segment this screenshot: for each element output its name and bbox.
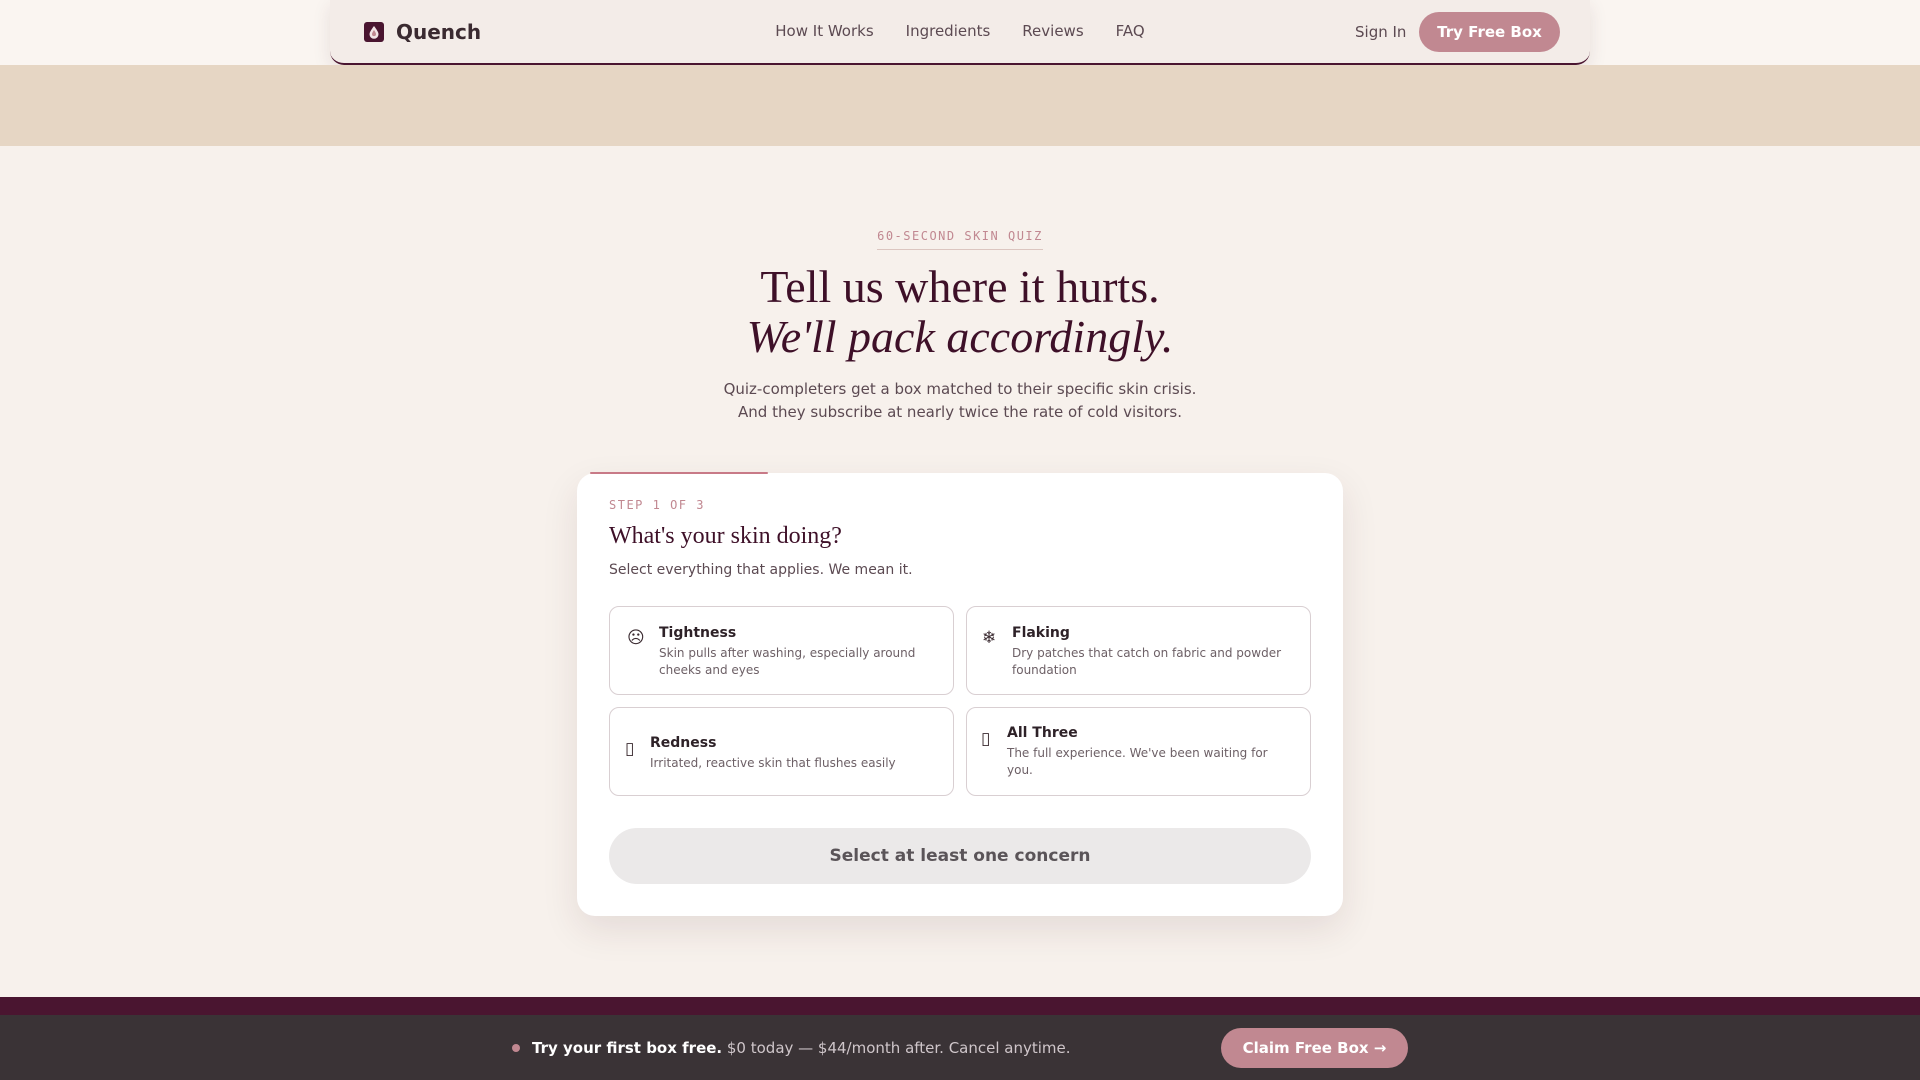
select-concern-button[interactable]: Select at least one concern (609, 828, 1311, 884)
sign-in-link[interactable]: Sign In (1355, 23, 1406, 41)
page-title: Tell us where it hurts. (760, 261, 1160, 312)
option-desc: Skin pulls after washing, especially aro… (659, 645, 915, 679)
option-desc-line2: foundation (1012, 663, 1077, 677)
option-desc-line1: Dry patches that catch on fabric and pow… (1012, 646, 1282, 660)
option-desc-line1: Skin pulls after washing, especially aro… (659, 646, 916, 660)
quiz-progress-bar (590, 472, 768, 474)
nav-link-ingredients[interactable]: Ingredients (906, 22, 991, 40)
snowflake-icon: ❄ (982, 628, 997, 648)
quiz-question: What's your skin doing? (609, 523, 842, 549)
footer-band (0, 997, 1920, 1015)
sticky-offer-bold: Try your first box free. (532, 1039, 723, 1057)
frown-face-icon: ☹ (627, 628, 645, 648)
option-desc: Irritated, reactive skin that flushes ea… (650, 755, 896, 772)
hero-subtitle-line2: And they subscribe at nearly twice the r… (738, 403, 1182, 421)
sparkle-icon: ▯ (981, 729, 991, 749)
quiz-eyebrow: 60-SECOND SKIN QUIZ (877, 229, 1043, 250)
option-desc-line2: cheeks and eyes (659, 663, 760, 677)
quiz-step-label: STEP 1 OF 3 (609, 498, 705, 512)
option-desc: Dry patches that catch on fabric and pow… (1012, 645, 1281, 679)
sticky-offer-text: Try your first box free. $0 today — $44/… (532, 1039, 1071, 1057)
option-redness[interactable]: ▯ Redness Irritated, reactive skin that … (609, 707, 954, 796)
flame-icon: ▯ (625, 739, 635, 759)
quiz-card: STEP 1 OF 3 What's your skin doing? Sele… (577, 472, 1343, 916)
nav-link-reviews[interactable]: Reviews (1022, 22, 1083, 40)
quiz-eyebrow-wrap: 60-SECOND SKIN QUIZ (0, 225, 1920, 250)
option-tightness[interactable]: ☹ Tightness Skin pulls after washing, es… (609, 606, 954, 695)
option-title: All Three (1007, 725, 1078, 741)
option-desc-line1: Irritated, reactive skin that flushes ea… (650, 756, 896, 770)
page-title-italic: We'll pack accordingly. (746, 311, 1174, 362)
hero-subtitle-line1: Quiz-completers get a box matched to the… (723, 380, 1197, 398)
nav-link-how-it-works[interactable]: How It Works (775, 22, 873, 40)
hero-subtitle: Quiz-completers get a box matched to the… (0, 378, 1920, 424)
option-flaking[interactable]: ❄ Flaking Dry patches that catch on fabr… (966, 606, 1311, 695)
nav-link-faq[interactable]: FAQ (1116, 22, 1145, 40)
nav-links: How It Works Ingredients Reviews FAQ (0, 22, 1920, 40)
hero-band (0, 65, 1920, 146)
claim-free-box-button[interactable]: Claim Free Box → (1221, 1028, 1408, 1068)
quiz-instruction: Select everything that applies. We mean … (609, 562, 913, 578)
option-desc-line2: you. (1007, 763, 1033, 777)
offer-dot-icon (512, 1044, 520, 1052)
option-title: Tightness (659, 625, 737, 641)
sticky-offer-rest: $0 today — $44/month after. Cancel anyti… (726, 1039, 1071, 1057)
option-title: Flaking (1012, 625, 1070, 641)
option-desc-line1: The full experience. We've been waiting … (1007, 746, 1268, 760)
option-desc: The full experience. We've been waiting … (1007, 745, 1268, 779)
option-all-three[interactable]: ▯ All Three The full experience. We've b… (966, 707, 1311, 796)
try-free-box-button[interactable]: Try Free Box (1419, 12, 1560, 52)
option-title: Redness (650, 735, 717, 751)
